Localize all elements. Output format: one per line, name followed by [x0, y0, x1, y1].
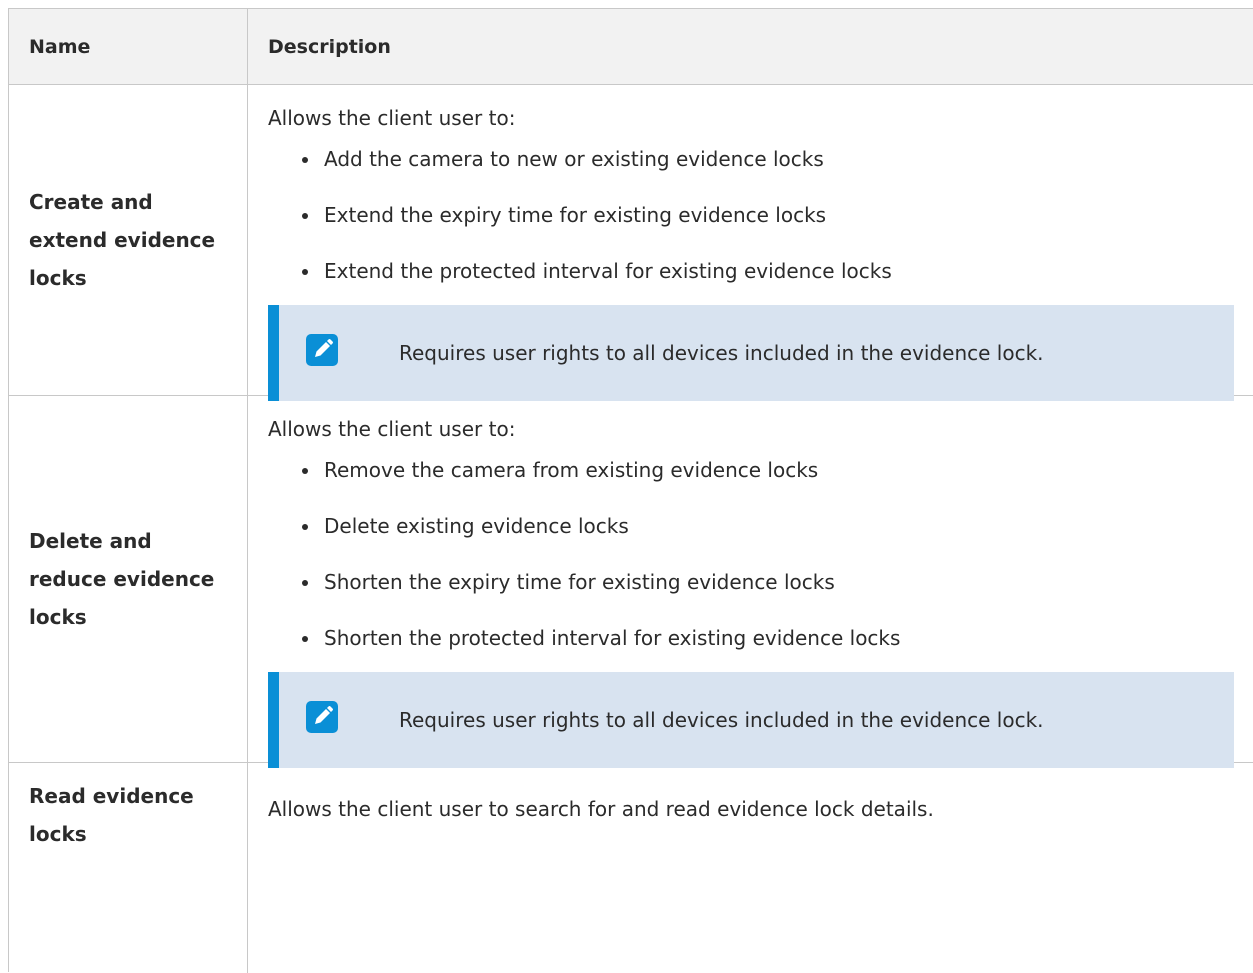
header-description: Description	[268, 35, 391, 58]
pencil-icon	[306, 701, 338, 733]
permission-description: Allows the client user to search for and…	[268, 797, 934, 821]
list-item: Shorten the expiry time for existing evi…	[302, 568, 1234, 624]
note-box: Requires user rights to all devices incl…	[268, 672, 1234, 768]
permission-name: Read evidence locks	[9, 763, 248, 973]
bullet-list: Add the camera to new or existing eviden…	[268, 145, 1234, 313]
list-item: Add the camera to new or existing eviden…	[302, 145, 1234, 201]
note-box: Requires user rights to all devices incl…	[268, 305, 1234, 401]
permission-description: Allows the client user to: Add the camer…	[248, 85, 1253, 401]
permission-description: Allows the client user to: Remove the ca…	[248, 396, 1253, 768]
table-row: Delete and reduce evidence locks Allows …	[9, 396, 1253, 768]
table-header-row: Name Description	[9, 9, 1253, 85]
permission-name: Create and extend evidence locks	[9, 85, 248, 395]
permission-name: Delete and reduce evidence locks	[9, 396, 248, 762]
header-name: Name	[9, 9, 248, 84]
bullet-list: Remove the camera from existing evidence…	[268, 456, 1234, 680]
table-row: Create and extend evidence locks Allows …	[9, 85, 1253, 401]
description-intro: Allows the client user to:	[268, 106, 516, 130]
list-item: Remove the camera from existing evidence…	[302, 456, 1234, 512]
description-intro: Allows the client user to:	[268, 417, 516, 441]
pencil-icon	[306, 334, 338, 366]
table-row: Read evidence locks Allows the client us…	[9, 763, 1253, 973]
list-item: Delete existing evidence locks	[302, 512, 1234, 568]
note-text: Requires user rights to all devices incl…	[399, 341, 1044, 365]
list-item: Extend the expiry time for existing evid…	[302, 201, 1234, 257]
permissions-table: Name Description Create and extend evide…	[8, 8, 1253, 973]
note-text: Requires user rights to all devices incl…	[399, 708, 1044, 732]
